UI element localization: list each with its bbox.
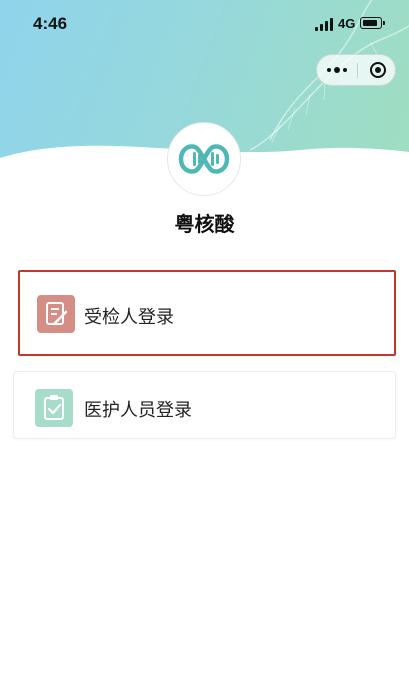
mini-program-capsule — [316, 54, 396, 86]
status-time: 4:46 — [33, 14, 68, 33]
edit-document-icon — [37, 295, 75, 333]
capsule-divider — [357, 63, 358, 78]
status-bar: 4:46 4G — [0, 0, 409, 50]
dot-icon — [343, 68, 347, 72]
dna-logo-icon — [178, 144, 230, 174]
medical-staff-login-label: 医护人员登录 — [84, 400, 192, 421]
network-type: 4G — [338, 16, 356, 31]
subject-login-label: 受检人登录 — [84, 307, 174, 328]
more-options-button[interactable] — [317, 55, 357, 85]
dot-icon — [327, 68, 331, 72]
battery-icon — [360, 17, 385, 29]
signal-icon — [315, 17, 335, 31]
close-mini-program-button[interactable] — [370, 62, 386, 78]
subject-login-card[interactable]: 受检人登录 — [18, 270, 396, 356]
app-logo — [167, 122, 241, 196]
medical-staff-login-card[interactable]: 医护人员登录 — [13, 371, 396, 439]
app-title: 粤核酸 — [174, 212, 235, 236]
clipboard-check-icon — [35, 389, 73, 427]
dot-icon — [334, 67, 340, 73]
status-indicators: 4G — [315, 15, 385, 33]
